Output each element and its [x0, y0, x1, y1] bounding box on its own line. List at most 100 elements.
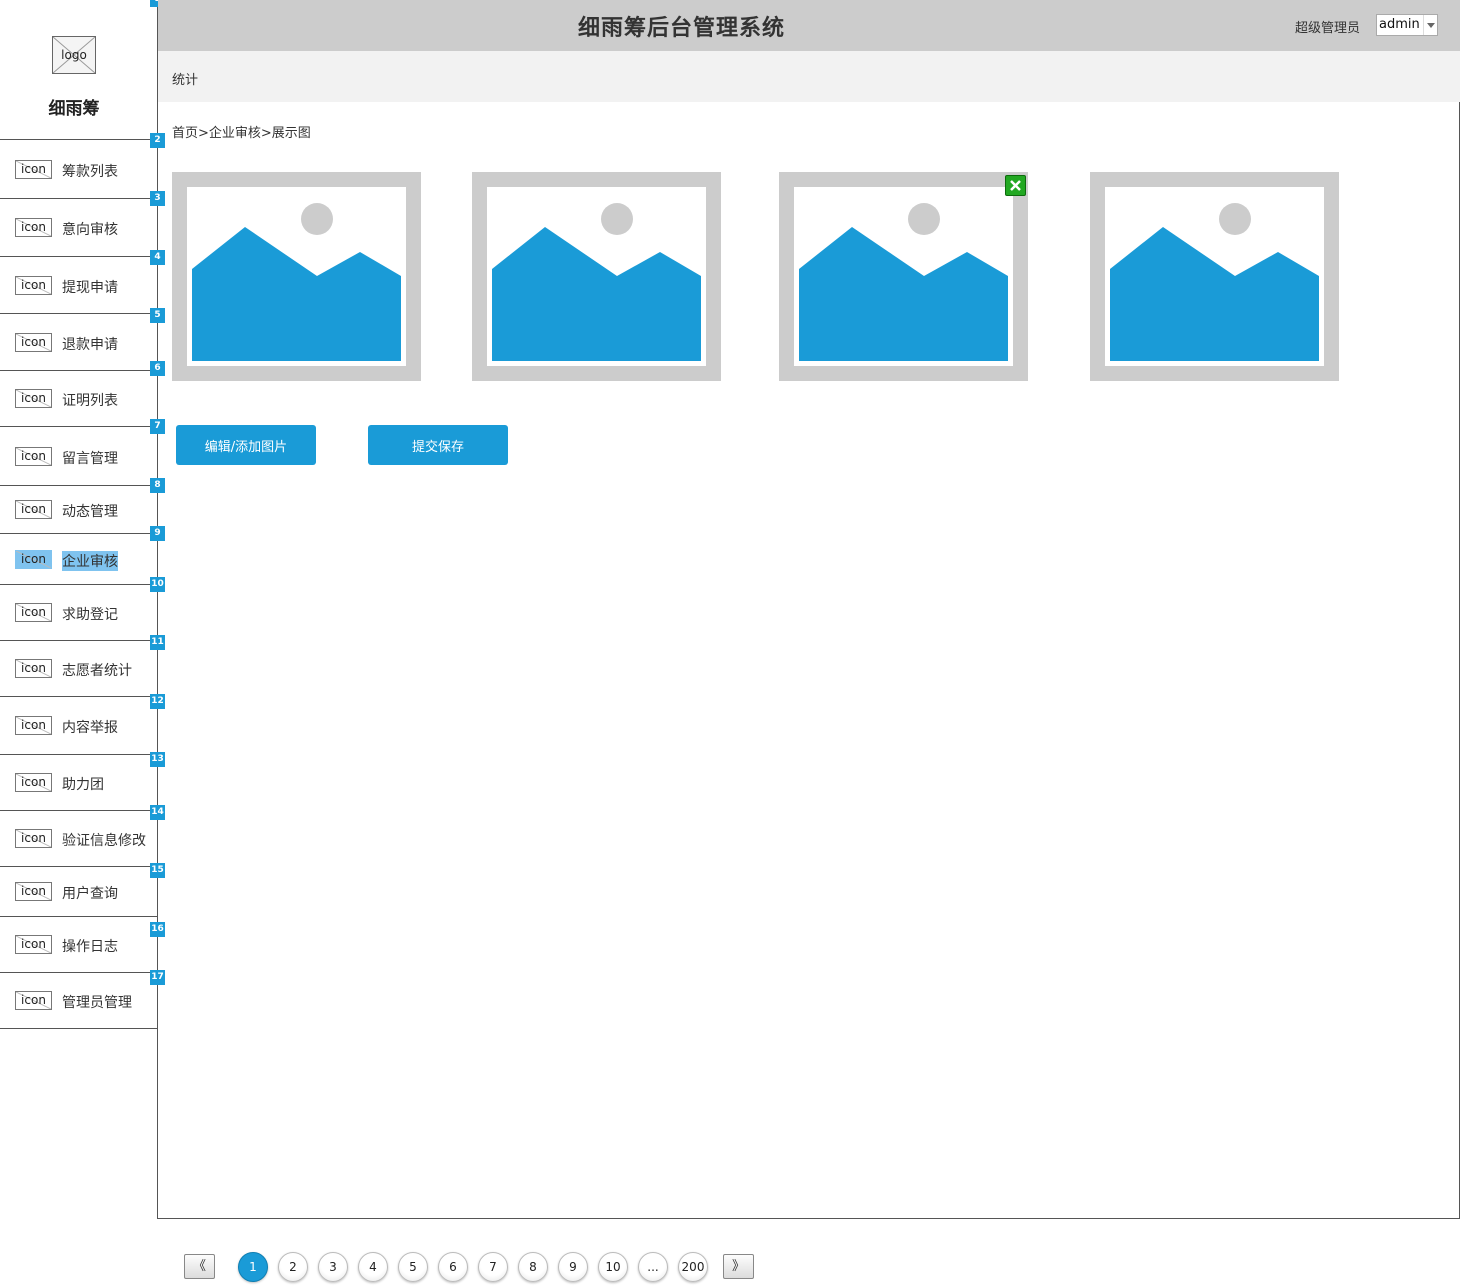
brand-name: 细雨筹 — [48, 99, 100, 119]
menu-placeholder-icon: icon — [15, 659, 52, 678]
image-placeholder[interactable] — [1090, 172, 1339, 381]
sidebar-item-label: 企业审核 — [62, 551, 118, 571]
sidebar-item-label: 内容举报 — [62, 720, 118, 736]
menu-icon-text: icon — [21, 884, 46, 898]
menu-placeholder-icon: icon — [15, 716, 52, 735]
image-frame — [1105, 187, 1324, 366]
user-select[interactable]: admin — [1376, 14, 1438, 36]
sidebar-item-label: 提现申请 — [62, 280, 118, 296]
delete-image-button[interactable] — [1005, 175, 1026, 196]
annotation-marker: 13 — [150, 752, 165, 767]
menu-icon-text: icon — [21, 775, 46, 789]
pager-page-button[interactable]: 4 — [358, 1252, 388, 1282]
menu-icon-text: icon — [21, 502, 46, 516]
sidebar-item-fundraising-list[interactable]: icon 筹款列表 — [0, 140, 157, 199]
role-label: 超级管理员 — [1295, 21, 1361, 36]
annotation-marker: 6 — [150, 361, 165, 376]
pager-page-button[interactable]: 9 — [558, 1252, 588, 1282]
sidebar-item-label: 动态管理 — [62, 504, 118, 520]
sidebar-item-enterprise-review[interactable]: icon 企业审核 — [0, 534, 157, 585]
pager-page-button[interactable]: 1 — [238, 1252, 268, 1282]
menu-placeholder-icon: icon — [15, 603, 52, 622]
annotation-marker: 7 — [150, 419, 165, 434]
menu-icon-text: icon — [21, 335, 46, 349]
menu-placeholder-icon: icon — [15, 276, 52, 295]
sidebar-item-proof-list[interactable]: icon 证明列表 — [0, 371, 157, 427]
sidebar-item-support-group[interactable]: icon 助力团 — [0, 755, 157, 811]
menu-icon-text: icon — [21, 718, 46, 732]
sidebar-item-label: 管理员管理 — [62, 995, 132, 1011]
sidebar-item-user-search[interactable]: icon 用户查询 — [0, 867, 157, 917]
pager-page-button[interactable]: 2 — [278, 1252, 308, 1282]
pager-page-button[interactable]: 200 — [678, 1252, 708, 1282]
pager-prev-button[interactable]: 《 — [184, 1254, 215, 1279]
chevron-down-icon[interactable] — [1423, 15, 1437, 35]
sidebar-item-message-management[interactable]: icon 留言管理 — [0, 427, 157, 486]
menu-icon-text: icon — [21, 605, 46, 619]
sidebar-item-label: 意向审核 — [62, 222, 118, 238]
pager-page-button[interactable]: 3 — [318, 1252, 348, 1282]
menu-icon-text: icon — [21, 661, 46, 675]
logo-area: logo 细雨筹 — [0, 0, 157, 140]
sidebar-item-intent-review[interactable]: icon 意向审核 — [0, 199, 157, 257]
sidebar-item-label: 退款申请 — [62, 337, 118, 353]
pager-page-button[interactable]: 10 — [598, 1252, 628, 1282]
sidebar-item-verification-edit[interactable]: icon 验证信息修改 — [0, 811, 157, 867]
menu-icon-text: icon — [21, 831, 46, 845]
submit-save-button[interactable]: 提交保存 — [368, 425, 508, 465]
menu-placeholder-icon: icon — [15, 935, 52, 954]
menu-placeholder-icon: icon — [15, 829, 52, 848]
pager-next-button[interactable]: 》 — [723, 1254, 754, 1279]
menu-placeholder-icon: icon — [15, 550, 52, 569]
sidebar-item-help-registration[interactable]: icon 求助登记 — [0, 585, 157, 641]
sidebar-item-label: 证明列表 — [62, 393, 118, 409]
close-icon — [1010, 180, 1021, 191]
pager-page-button[interactable]: 6 — [438, 1252, 468, 1282]
image-placeholder[interactable] — [472, 172, 721, 381]
annotation-marker: 17 — [150, 970, 165, 985]
menu-icon-text: icon — [21, 937, 46, 951]
image-placeholder-icon — [492, 203, 701, 361]
sidebar-item-feed-management[interactable]: icon 动态管理 — [0, 486, 157, 534]
logo: logo — [52, 36, 96, 74]
image-placeholder[interactable] — [172, 172, 421, 381]
image-frame — [487, 187, 706, 366]
pager-page-button[interactable]: ... — [638, 1252, 668, 1282]
menu-icon-text: icon — [21, 993, 46, 1007]
top-header: 细雨筹后台管理系统 超级管理员 admin — [158, 0, 1460, 51]
menu-icon-text: icon — [21, 552, 46, 566]
sidebar-item-content-report[interactable]: icon 内容举报 — [0, 697, 157, 755]
logo-text: logo — [61, 48, 87, 62]
sidebar-item-operation-log[interactable]: icon 操作日志 — [0, 917, 157, 973]
annotation-marker: 14 — [150, 805, 165, 820]
image-placeholder[interactable] — [779, 172, 1028, 381]
edit-add-image-button[interactable]: 编辑/添加图片 — [176, 425, 316, 465]
image-frame — [187, 187, 406, 366]
sidebar-item-refund-request[interactable]: icon 退款申请 — [0, 314, 157, 371]
sidebar-item-label: 助力团 — [62, 777, 104, 793]
menu-icon-text: icon — [21, 220, 46, 234]
sidebar-item-label: 筹款列表 — [62, 164, 118, 180]
image-placeholder-icon — [799, 203, 1008, 361]
sidebar-item-label: 志愿者统计 — [62, 663, 132, 679]
menu-placeholder-icon: icon — [15, 447, 52, 466]
image-frame — [794, 187, 1013, 366]
menu-placeholder-icon: icon — [15, 882, 52, 901]
pager-page-button[interactable]: 5 — [398, 1252, 428, 1282]
image-placeholder-icon — [192, 203, 401, 361]
sidebar-item-label: 留言管理 — [62, 451, 118, 467]
sidebar-item-admin-management[interactable]: icon 管理员管理 — [0, 973, 157, 1029]
menu-icon-text: icon — [21, 391, 46, 405]
pager-page-button[interactable]: 8 — [518, 1252, 548, 1282]
annotation-marker: 8 — [150, 478, 165, 493]
menu-icon-text: icon — [21, 162, 46, 176]
annotation-marker: 4 — [150, 250, 165, 265]
sidebar-item-withdrawal-request[interactable]: icon 提现申请 — [0, 257, 157, 314]
pager-page-button[interactable]: 7 — [478, 1252, 508, 1282]
menu-placeholder-icon: icon — [15, 218, 52, 237]
sidebar: logo 细雨筹 icon 筹款列表 icon 意向审核 icon 提现申请 icon 退款申… — [0, 0, 158, 1219]
system-title: 细雨筹后台管理系统 — [578, 16, 786, 41]
annotation-marker: 2 — [150, 133, 165, 148]
sidebar-item-volunteer-statistics[interactable]: icon 志愿者统计 — [0, 641, 157, 697]
tab-statistics[interactable]: 统计 — [172, 69, 198, 88]
